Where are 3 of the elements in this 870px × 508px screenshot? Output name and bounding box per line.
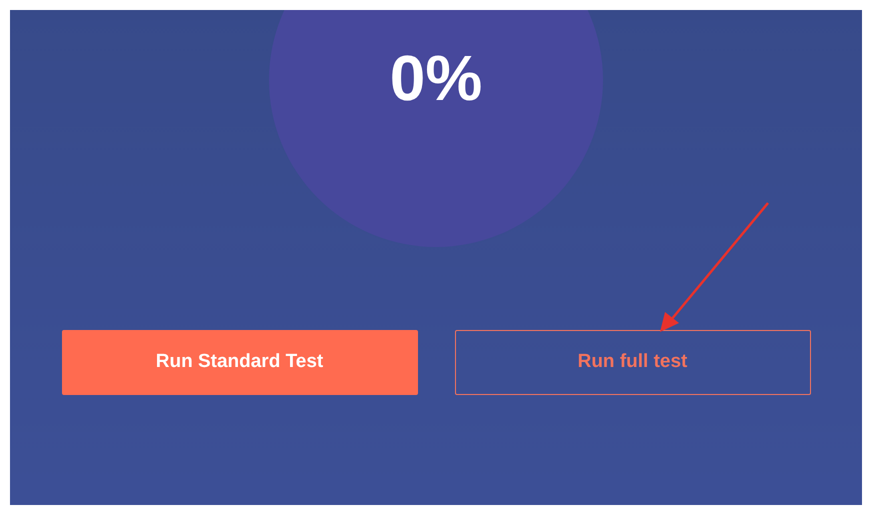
progress-value: 0% <box>390 46 482 110</box>
test-button[interactable]: Run full test <box>454 330 810 395</box>
test-button[interactable]: Run Standard Test <box>62 330 418 395</box>
